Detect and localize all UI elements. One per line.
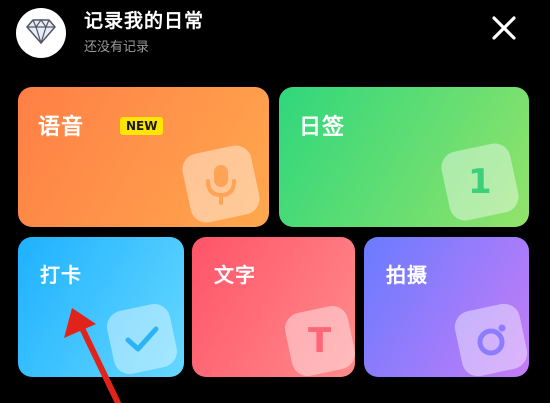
card-voice[interactable]: 语音 NEW bbox=[18, 87, 269, 227]
card-photo-label: 拍摄 bbox=[386, 263, 428, 287]
number-one-icon: 1 bbox=[438, 140, 522, 224]
card-daily-sign-label: 日签 bbox=[299, 115, 346, 140]
page-title: 记录我的日常 bbox=[84, 10, 205, 32]
daily-sign-tile-text: 1 bbox=[468, 162, 492, 203]
avatar[interactable] bbox=[16, 8, 66, 58]
card-checkin-label: 打卡 bbox=[40, 263, 82, 287]
card-voice-label: 语音 bbox=[38, 115, 85, 140]
camera-icon bbox=[451, 300, 529, 377]
close-icon bbox=[491, 15, 517, 45]
diamond-icon bbox=[26, 18, 56, 48]
card-text-label: 文字 bbox=[214, 263, 256, 287]
card-checkin[interactable]: 打卡 bbox=[18, 237, 184, 377]
page-subtitle: 还没有记录 bbox=[84, 40, 150, 55]
card-photo[interactable]: 拍摄 bbox=[364, 237, 529, 377]
microphone-icon bbox=[179, 142, 263, 226]
card-daily-sign[interactable]: 日签 1 bbox=[279, 87, 529, 227]
close-button[interactable] bbox=[484, 10, 524, 50]
header: 记录我的日常 还没有记录 bbox=[0, 0, 550, 70]
text-tile-text: T bbox=[308, 321, 332, 362]
text-t-icon: T bbox=[282, 303, 355, 377]
checkmark-icon bbox=[104, 301, 180, 377]
card-text[interactable]: 文字 T bbox=[192, 237, 355, 377]
new-badge: NEW bbox=[120, 117, 164, 135]
